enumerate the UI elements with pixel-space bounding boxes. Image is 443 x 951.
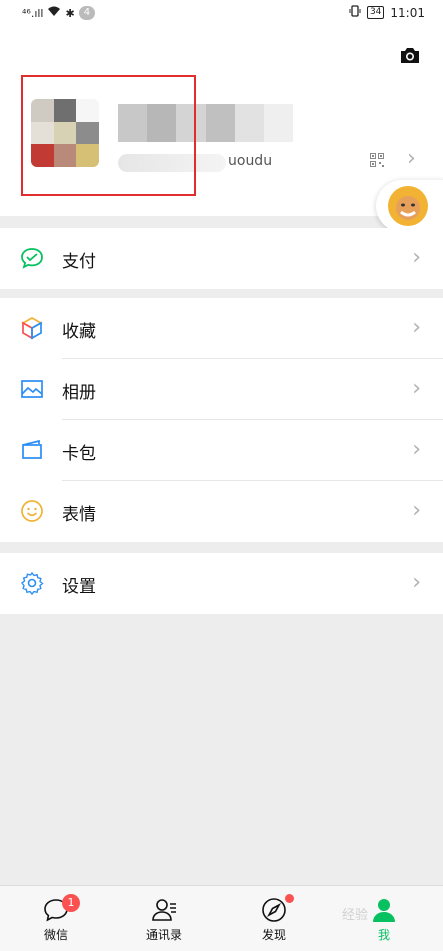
contacts-icon [152, 899, 176, 921]
bottom-tab-bar: 1 微信 通讯录 发现 我 经验 [0, 885, 443, 951]
wechat-id-suffix: uoudu [228, 153, 273, 169]
group-main: 收藏 › 相册 › 卡包 › 表情 › [0, 298, 443, 542]
menu-item-pay[interactable]: 支付 › [0, 228, 443, 289]
camera-icon[interactable] [399, 46, 421, 64]
bluetooth-icon: ✱ [65, 6, 75, 20]
menu-item-cards[interactable]: 卡包 › [0, 420, 443, 481]
chevron-right-icon: › [412, 376, 421, 401]
menu-label-cards: 卡包 [62, 444, 96, 464]
unread-badge: 1 [62, 894, 80, 912]
menu-label-settings: 设置 [62, 577, 96, 597]
face-icon [389, 187, 427, 225]
tab-contacts[interactable]: 通讯录 [124, 886, 204, 951]
floating-avatar [388, 186, 428, 226]
wifi-icon [47, 6, 61, 20]
tab-label-contacts: 通讯录 [145, 928, 182, 942]
new-dot-badge [285, 894, 294, 903]
vibrate-icon [349, 5, 361, 20]
status-left: ⁴⁶.ıll ✱ 4 [22, 6, 96, 20]
menu-item-settings[interactable]: 设置 › [0, 553, 443, 614]
album-icon [21, 380, 43, 398]
favorites-cube-icon [21, 317, 43, 340]
chevron-right-icon: › [412, 315, 421, 340]
menu-label-favorites: 收藏 [62, 322, 96, 342]
chevron-right-icon: › [407, 146, 416, 171]
profile-header[interactable]: uoudu › [0, 28, 443, 216]
smiley-icon [21, 500, 43, 522]
card-wallet-icon [22, 439, 42, 459]
chevron-right-icon: › [412, 498, 421, 523]
chevron-right-icon: › [412, 570, 421, 595]
highlight-box [21, 75, 196, 196]
pay-icon [21, 248, 43, 269]
chevron-right-icon: › [412, 437, 421, 462]
tab-discover[interactable]: 发现 [234, 886, 314, 951]
menu-item-stickers[interactable]: 表情 › [0, 481, 443, 542]
floating-ball[interactable] [376, 180, 443, 232]
status-bar: ⁴⁶.ıll ✱ 4 34 11:01 [0, 0, 443, 28]
menu-label-stickers: 表情 [62, 505, 96, 525]
menu-label-pay: 支付 [62, 252, 96, 272]
group-settings: 设置 › [0, 553, 443, 614]
watermark: 经验 [342, 908, 369, 923]
chevron-right-icon: › [412, 245, 421, 270]
tab-label-chats: 微信 [43, 928, 68, 942]
status-right: 34 11:01 [349, 5, 425, 20]
signal-icon: ⁴⁶.ıll [22, 6, 44, 20]
group-pay: 支付 › [0, 228, 443, 289]
clock: 11:01 [390, 5, 425, 20]
menu-item-album[interactable]: 相册 › [0, 359, 443, 420]
tab-label-me: 我 [377, 928, 390, 942]
battery-icon: 34 [366, 6, 385, 19]
tab-chats[interactable]: 1 微信 [16, 886, 96, 951]
menu-label-album: 相册 [62, 383, 96, 403]
menu-item-favorites[interactable]: 收藏 › [0, 298, 443, 359]
qr-code-icon[interactable] [370, 153, 384, 167]
tab-label-discover: 发现 [261, 928, 286, 942]
person-icon [373, 899, 395, 922]
compass-icon [262, 898, 286, 922]
notification-count-badge: 4 [78, 6, 96, 20]
gear-icon [21, 571, 44, 595]
